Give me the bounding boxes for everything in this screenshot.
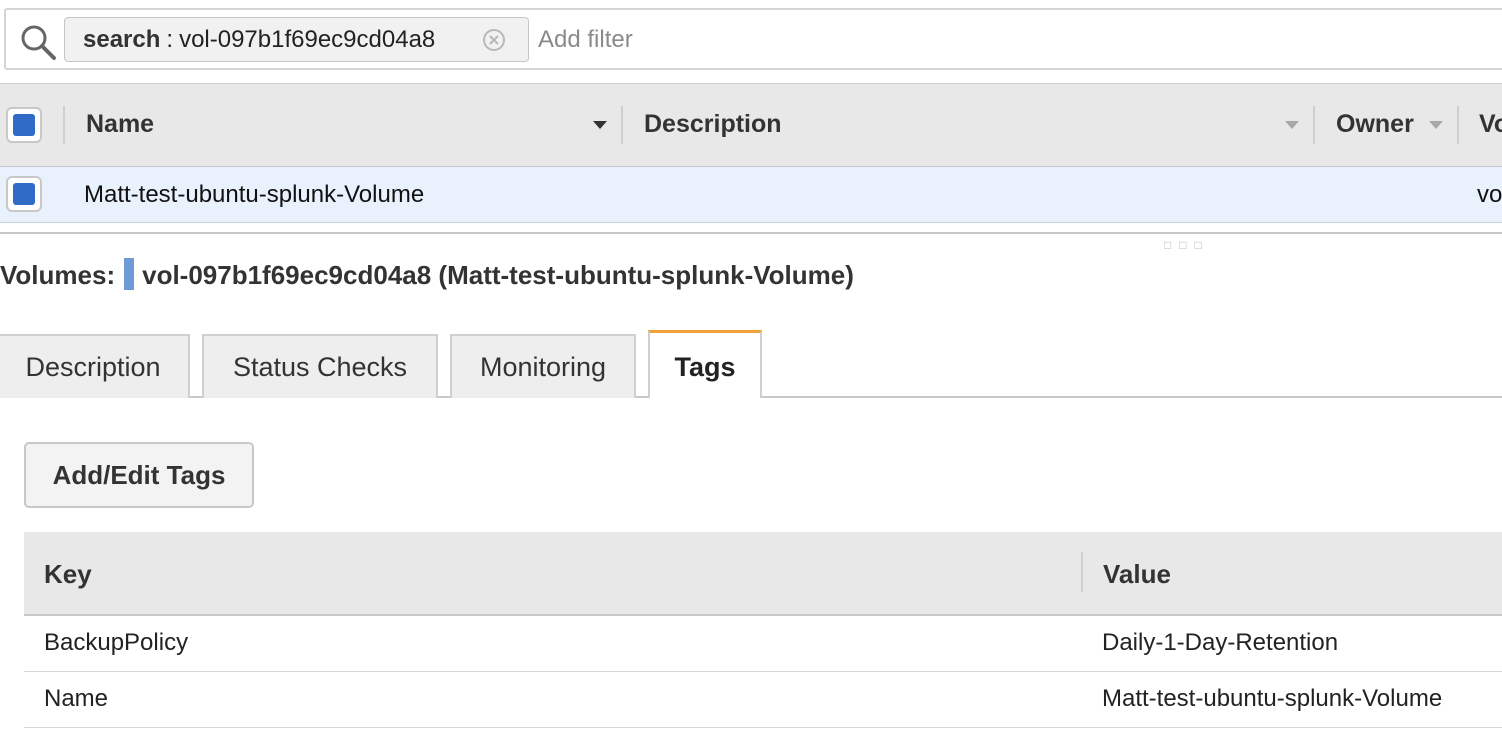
- tags-column-value: Value: [1103, 559, 1171, 589]
- detail-label: Volumes:: [0, 260, 116, 290]
- detail-volume-title: vol-097b1f69ec9cd04a8 (Matt-test-ubuntu-…: [142, 260, 854, 290]
- resize-handle-icon[interactable]: □□□: [1164, 238, 1210, 252]
- select-all-checkbox[interactable]: [6, 107, 42, 143]
- tag-key: Name: [44, 685, 109, 712]
- column-header-description[interactable]: Description: [644, 110, 782, 139]
- search-filter-token[interactable]: search: vol-097b1f69ec9cd04a8: [64, 17, 529, 62]
- table-row[interactable]: Matt-test-ubuntu-splunk-Volume vo: [0, 167, 1502, 223]
- tag-value: Matt-test-ubuntu-splunk-Volume: [1102, 685, 1443, 712]
- column-divider: [63, 106, 65, 144]
- row-name-cell: Matt-test-ubuntu-splunk-Volume: [84, 181, 425, 208]
- remove-filter-icon[interactable]: [482, 28, 506, 52]
- sort-caret-icon[interactable]: [1429, 121, 1443, 129]
- tag-value: Daily-1-Day-Retention: [1102, 629, 1339, 656]
- column-divider[interactable]: [1457, 106, 1459, 144]
- tab-tags[interactable]: Tags: [648, 330, 762, 398]
- tag-row: Name Matt-test-ubuntu-splunk-Volume: [24, 672, 1502, 728]
- column-divider: [1081, 552, 1083, 592]
- column-divider[interactable]: [1313, 106, 1315, 144]
- detail-pane-title: Volumes: vol-097b1f69ec9cd04a8 (Matt-test…: [0, 258, 854, 291]
- add-filter-input[interactable]: [538, 18, 1438, 62]
- filter-token-value: vol-097b1f69ec9cd04a8: [179, 26, 436, 53]
- row-volume-id-cell: vo: [1477, 181, 1502, 208]
- tab-description[interactable]: Description: [0, 334, 190, 398]
- column-divider[interactable]: [621, 106, 623, 144]
- search-icon[interactable]: [18, 22, 58, 62]
- search-bar: search: vol-097b1f69ec9cd04a8: [4, 8, 1502, 70]
- column-header-name[interactable]: Name: [86, 110, 154, 139]
- row-checkbox[interactable]: [6, 176, 42, 212]
- sort-caret-icon[interactable]: [593, 121, 607, 129]
- tab-status-checks[interactable]: Status Checks: [202, 334, 438, 398]
- filter-token-key: search: [83, 26, 161, 53]
- volumes-grid-header: Name Description Owner Vo: [0, 83, 1502, 167]
- tags-column-key: Key: [44, 559, 92, 589]
- selection-marker: [124, 258, 135, 290]
- add-edit-tags-button[interactable]: Add/Edit Tags: [24, 442, 254, 508]
- tag-key: BackupPolicy: [44, 629, 189, 656]
- filter-token-separator: :: [166, 26, 174, 53]
- tag-row: BackupPolicy Daily-1-Day-Retention: [24, 616, 1502, 672]
- tags-table-header: Key Value: [24, 532, 1502, 616]
- column-header-volume-id[interactable]: Vo: [1479, 110, 1502, 139]
- sort-caret-icon[interactable]: [1285, 121, 1299, 129]
- tab-monitoring[interactable]: Monitoring: [450, 334, 636, 398]
- column-header-owner[interactable]: Owner: [1336, 110, 1414, 139]
- pane-divider: [0, 232, 1502, 234]
